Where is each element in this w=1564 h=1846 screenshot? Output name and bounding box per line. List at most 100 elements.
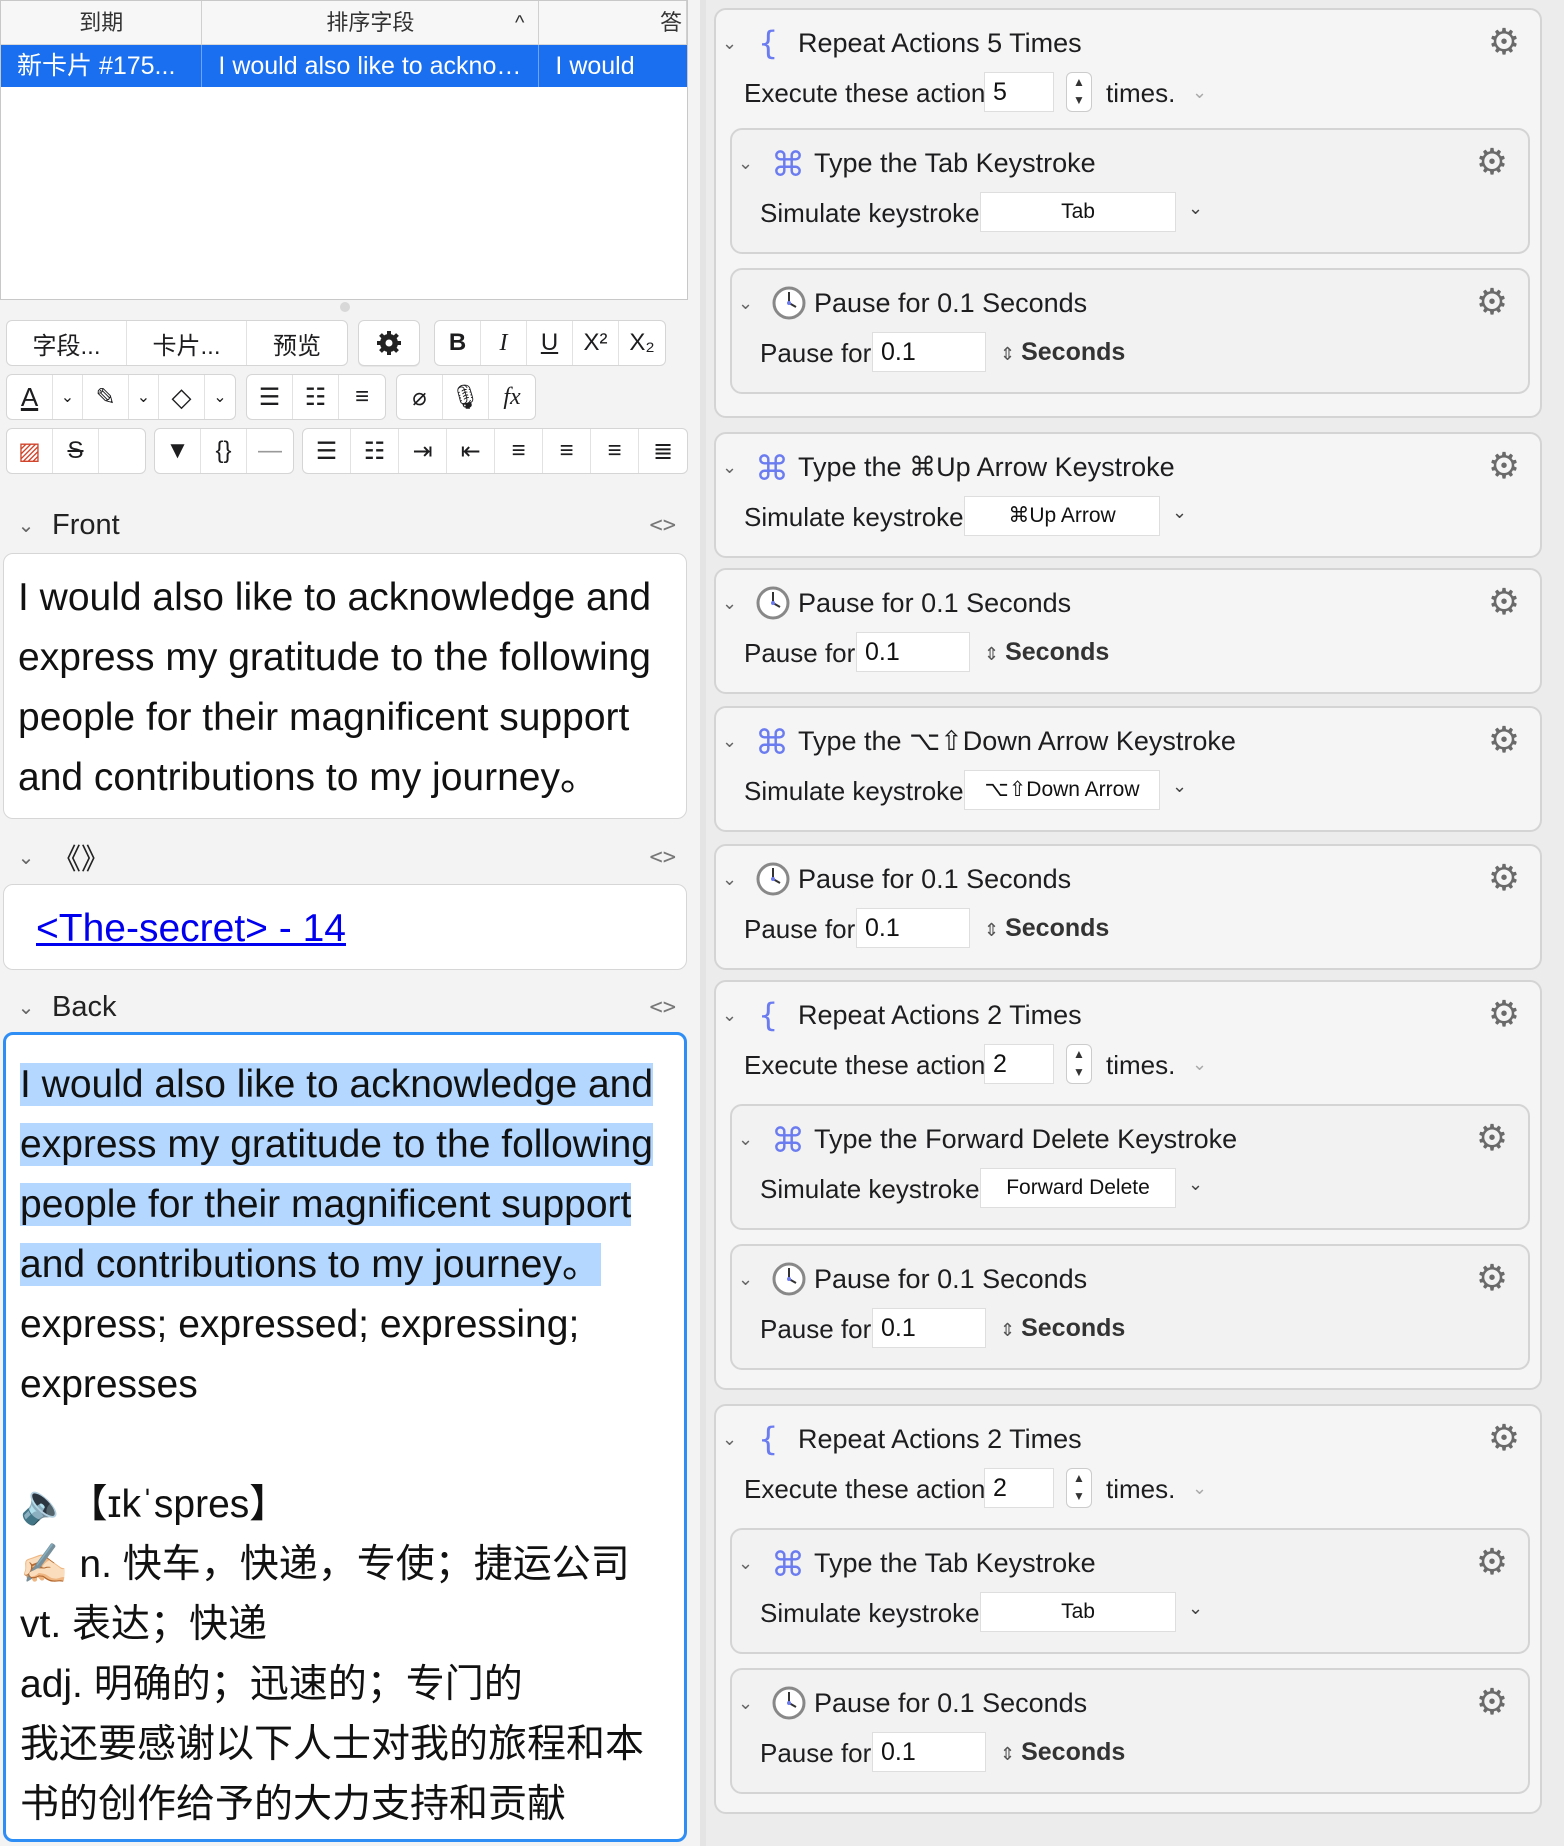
chevron-down-icon[interactable]: ⌄ bbox=[738, 1693, 770, 1714]
chevron-down-icon[interactable]: ⌄ bbox=[738, 153, 770, 174]
chevron-down-icon[interactable]: ⌄ bbox=[722, 593, 754, 614]
eraser-icon[interactable]: ◇ bbox=[159, 375, 205, 419]
action-title-row[interactable]: ⌄ Pause for 0.1 Seconds bbox=[722, 584, 1071, 622]
chevron-down-icon[interactable]: ⌄ bbox=[0, 845, 52, 870]
pause-unit-select[interactable]: ⇕ Seconds bbox=[1000, 338, 1125, 367]
align-left-icon[interactable]: ≡ bbox=[543, 429, 591, 473]
pause-unit-select[interactable]: ⇕ Seconds bbox=[984, 914, 1109, 943]
chevron-down-icon[interactable]: ⌄ bbox=[1192, 82, 1207, 103]
action-gear-icon[interactable]: ⚙ bbox=[1484, 1418, 1524, 1458]
pause-unit-select[interactable]: ⇕ Seconds bbox=[1000, 1314, 1125, 1343]
action-title-row[interactable]: ⌄ Pause for 0.1 Seconds bbox=[722, 860, 1071, 898]
column-header-sort-field[interactable]: 排序字段 ^ bbox=[202, 1, 540, 45]
repeat-count-stepper[interactable]: ▲ ▼ bbox=[1066, 1468, 1092, 1508]
action-title-row[interactable]: ⌄ ⌘ Type the Tab Keystroke bbox=[738, 144, 1096, 182]
action-gear-icon[interactable]: ⚙ bbox=[1484, 994, 1524, 1034]
action-title-row[interactable]: ⌄ ⌘ Type the Tab Keystroke bbox=[738, 1544, 1096, 1582]
pause-unit-select[interactable]: ⇕ Seconds bbox=[1000, 1738, 1125, 1767]
braces-icon[interactable]: {} bbox=[201, 429, 247, 473]
html-editor-toggle-icon[interactable]: <> bbox=[650, 845, 677, 870]
chevron-down-icon[interactable]: ⌄ bbox=[722, 457, 754, 478]
keystroke-field[interactable]: Tab bbox=[980, 1592, 1176, 1632]
triangle-down-icon[interactable]: ▼ bbox=[155, 429, 201, 473]
action-gear-icon[interactable]: ⚙ bbox=[1484, 582, 1524, 622]
chevron-down-icon[interactable]: ⌄ bbox=[738, 1129, 770, 1150]
pause-duration-input[interactable]: 0.1 bbox=[856, 632, 970, 672]
chevron-down-icon[interactable]: ⌄ bbox=[0, 513, 52, 538]
front-field-editor[interactable]: I would also like to acknowledge and exp… bbox=[3, 553, 687, 819]
chevron-down-icon[interactable]: ⌄ bbox=[53, 375, 83, 419]
action-gear-icon[interactable]: ⚙ bbox=[1484, 22, 1524, 62]
indent-icon[interactable]: ⇥ bbox=[399, 429, 447, 473]
repeat-count-input[interactable]: 5 bbox=[984, 72, 1054, 112]
column-header-answer[interactable]: 答 bbox=[539, 1, 687, 45]
action-title-row[interactable]: ⌄ ⌘ Type the ⌥⇧Down Arrow Keystroke bbox=[722, 722, 1236, 760]
paperclip-icon[interactable]: ⌀ bbox=[397, 375, 443, 419]
chevron-down-icon[interactable]: ⌄ bbox=[722, 869, 754, 890]
action-gear-icon[interactable]: ⚙ bbox=[1472, 1258, 1512, 1298]
action-title-row[interactable]: ⌄{ } Repeat Actions 2 Times bbox=[722, 996, 1082, 1034]
strikethrough-icon[interactable]: S bbox=[53, 429, 99, 473]
column-header-due[interactable]: 到期 bbox=[1, 1, 203, 45]
horizontal-rule-icon[interactable]: — bbox=[247, 429, 293, 473]
italic-button[interactable]: I bbox=[481, 321, 527, 365]
action-title-row[interactable]: ⌄{ } Repeat Actions 2 Times bbox=[722, 1420, 1082, 1458]
action-title-row[interactable]: ⌄ ⌘ Type the Forward Delete Keystroke bbox=[738, 1120, 1237, 1158]
microphone-icon[interactable]: 🎙 bbox=[443, 375, 489, 419]
action-gear-icon[interactable]: ⚙ bbox=[1472, 1542, 1512, 1582]
action-gear-icon[interactable]: ⚙ bbox=[1472, 282, 1512, 322]
chevron-down-icon[interactable]: ⌄ bbox=[1172, 776, 1187, 797]
action-gear-icon[interactable]: ⚙ bbox=[1484, 858, 1524, 898]
field-header-source[interactable]: ⌄ 《》 <> bbox=[0, 832, 688, 882]
pause-duration-input[interactable]: 0.1 bbox=[856, 908, 970, 948]
action-title-row[interactable]: ⌄{ } Repeat Actions 5 Times bbox=[722, 24, 1082, 62]
html-editor-toggle-icon[interactable]: <> bbox=[650, 513, 677, 538]
numbered-list-icon[interactable]: ☷ bbox=[293, 375, 339, 419]
align-right-icon[interactable]: ≡ bbox=[591, 429, 639, 473]
image-edit-icon[interactable]: ▨ bbox=[7, 429, 53, 473]
keystroke-field[interactable]: ⌘Up Arrow bbox=[964, 496, 1160, 536]
cards-button[interactable]: 卡片... bbox=[127, 321, 247, 365]
action-gear-icon[interactable]: ⚙ bbox=[1472, 1682, 1512, 1722]
outdent-icon[interactable]: ⇤ bbox=[447, 429, 495, 473]
subscript-button[interactable]: X₂ bbox=[619, 321, 665, 365]
keystroke-field[interactable]: ⌥⇧Down Arrow bbox=[964, 770, 1160, 810]
chevron-down-icon[interactable]: ⌄ bbox=[205, 375, 235, 419]
chevron-down-icon[interactable]: ⌄ bbox=[129, 375, 159, 419]
action-title-row[interactable]: ⌄ Pause for 0.1 Seconds bbox=[738, 1684, 1087, 1722]
align-justify-icon[interactable]: ≣ bbox=[639, 429, 687, 473]
action-title-row[interactable]: ⌄ Pause for 0.1 Seconds bbox=[738, 1260, 1087, 1298]
pause-duration-input[interactable]: 0.1 bbox=[872, 332, 986, 372]
repeat-count-stepper[interactable]: ▲ ▼ bbox=[1066, 1044, 1092, 1084]
action-gear-icon[interactable]: ⚙ bbox=[1472, 1118, 1512, 1158]
action-title-row[interactable]: ⌄ Pause for 0.1 Seconds bbox=[738, 284, 1087, 322]
underline-button[interactable]: U bbox=[527, 321, 573, 365]
bold-button[interactable]: B bbox=[435, 321, 481, 365]
superscript-button[interactable]: X² bbox=[573, 321, 619, 365]
field-header-front[interactable]: ⌄ Front <> bbox=[0, 500, 688, 550]
action-title-row[interactable]: ⌄ ⌘ Type the ⌘Up Arrow Keystroke bbox=[722, 448, 1175, 486]
chevron-down-icon[interactable]: ⌄ bbox=[738, 1553, 770, 1574]
align-center-icon[interactable]: ≡ bbox=[495, 429, 543, 473]
chevron-down-icon[interactable]: ⌄ bbox=[1188, 198, 1203, 219]
splitter-handle[interactable] bbox=[340, 302, 350, 312]
pause-duration-input[interactable]: 0.1 bbox=[872, 1308, 986, 1348]
pause-duration-input[interactable]: 0.1 bbox=[872, 1732, 986, 1772]
chevron-down-icon[interactable]: ⌄ bbox=[738, 1269, 770, 1290]
formula-button[interactable]: fx bbox=[489, 375, 535, 419]
chevron-down-icon[interactable]: ⌄ bbox=[1192, 1054, 1207, 1075]
chevron-down-icon[interactable]: ⌄ bbox=[722, 1005, 754, 1026]
blank-button[interactable] bbox=[99, 429, 145, 473]
pause-unit-select[interactable]: ⇕ Seconds bbox=[984, 638, 1109, 667]
html-editor-toggle-icon[interactable]: <> bbox=[650, 995, 677, 1020]
action-gear-icon[interactable]: ⚙ bbox=[1472, 142, 1512, 182]
gear-icon[interactable] bbox=[358, 320, 420, 366]
field-header-back[interactable]: ⌄ Back <> bbox=[0, 982, 688, 1032]
action-gear-icon[interactable]: ⚙ bbox=[1484, 720, 1524, 760]
highlighter-icon[interactable]: ✎ bbox=[83, 375, 129, 419]
text-color-button[interactable]: A bbox=[7, 375, 53, 419]
numbered-list-icon[interactable]: ☷ bbox=[351, 429, 399, 473]
keystroke-field[interactable]: Forward Delete bbox=[980, 1168, 1176, 1208]
source-field-editor[interactable]: <The-secret> - 14 bbox=[3, 884, 687, 970]
chevron-down-icon[interactable]: ⌄ bbox=[722, 33, 754, 54]
